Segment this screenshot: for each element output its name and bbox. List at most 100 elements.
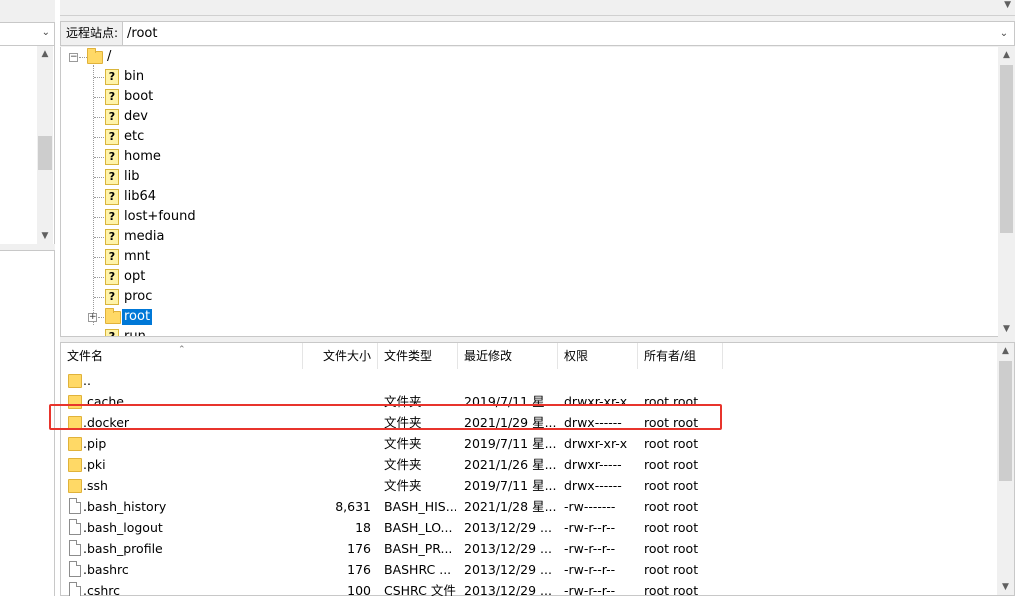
file-row[interactable]: .ssh 文件夹 2019/7/11 星... drwx------ root root — [61, 475, 998, 496]
collapse-icon[interactable]: − — [69, 53, 78, 62]
tree-item[interactable]: ? home — [61, 147, 991, 167]
tree-item[interactable]: ? etc — [61, 127, 991, 147]
tree-scrollbar[interactable]: ▲ ▼ — [998, 47, 1015, 337]
scroll-down-icon[interactable]: ▼ — [997, 579, 1014, 595]
remote-path-input[interactable]: /root — [127, 22, 157, 45]
unknown-folder-icon: ? — [105, 129, 119, 145]
file-icon — [69, 561, 81, 577]
cell-name: .pki — [83, 457, 106, 472]
unknown-folder-icon: ? — [105, 229, 119, 245]
cell-name: .. — [83, 373, 91, 388]
unknown-folder-icon: ? — [105, 69, 119, 85]
file-row[interactable]: .cache 文件夹 2019/7/11 星... drwxr-xr-x root ro… — [61, 391, 998, 412]
tree-item[interactable]: ? mnt — [61, 247, 991, 267]
file-row[interactable]: .bash_logout 18 BASH_LO... 2013/12/29 ... -r… — [61, 517, 998, 538]
cell-modified — [464, 370, 556, 391]
cell-name: .cshrc — [83, 583, 121, 596]
tree-item-label: lib64 — [124, 189, 157, 204]
tree-item-label: etc — [124, 129, 145, 144]
scroll-down-icon[interactable]: ▼ — [998, 321, 1015, 337]
remote-directory-tree[interactable]: − / ? bin ? boot ? dev ? etc ? home ? li… — [60, 47, 1015, 337]
tree-item[interactable]: ? opt — [61, 267, 991, 287]
cell-perms: -rw------- — [564, 499, 616, 514]
tree-item-label: media — [124, 229, 165, 244]
file-row[interactable]: .docker 文件夹 2021/1/29 星... drwx------ root r… — [61, 412, 998, 433]
file-row[interactable]: .pki 文件夹 2021/1/26 星... drwxr----- root root — [61, 454, 998, 475]
cell-owner: root root — [644, 520, 699, 535]
column-header-size[interactable]: 文件大小 — [303, 343, 378, 369]
cell-modified: 2019/7/11 星... — [464, 478, 556, 493]
file-row[interactable]: .cshrc 100 CSHRC 文件 2013/12/29 ... -rw-r--r-… — [61, 580, 998, 596]
cell-modified: 2013/12/29 ... — [464, 520, 552, 535]
cell-perms: -rw-r--r-- — [564, 583, 616, 596]
local-pane: ⌄ ▲ ▼ — [0, 0, 55, 596]
tree-item[interactable]: ? dev — [61, 107, 991, 127]
cell-modified: 2013/12/29 ... — [464, 562, 552, 577]
chevron-down-icon[interactable]: ⌄ — [42, 27, 50, 38]
tree-item[interactable]: ? run — [61, 327, 991, 336]
column-header-type[interactable]: 文件类型 — [378, 343, 458, 369]
cell-owner: root root — [644, 436, 699, 451]
cell-modified: 2021/1/26 星... — [464, 457, 556, 472]
cell-name: .ssh — [83, 478, 108, 493]
cell-type: 文件夹 — [384, 415, 422, 430]
cell-modified: 2013/12/29 ... — [464, 583, 552, 596]
cell-perms: drwx------ — [564, 415, 622, 430]
cell-owner: root root — [644, 394, 699, 409]
scrollbar-thumb[interactable] — [999, 361, 1012, 481]
top-scrollbar[interactable]: ▼ — [60, 0, 1015, 16]
cell-perms: -rw-r--r-- — [564, 562, 616, 577]
cell-size — [303, 475, 371, 496]
cell-size — [303, 412, 371, 433]
tree-item[interactable]: ? lost+found — [61, 207, 991, 227]
tree-item[interactable]: ? bin — [61, 67, 991, 87]
column-header-modified[interactable]: 最近修改 — [458, 343, 558, 369]
scroll-up-icon[interactable]: ▲ — [37, 46, 53, 62]
folder-icon — [68, 416, 82, 430]
local-file-list[interactable] — [0, 250, 55, 596]
file-icon — [69, 582, 81, 596]
file-row[interactable]: .bash_profile 176 BASH_PR... 2013/12/29 ...… — [61, 538, 998, 559]
cell-name: .bashrc — [83, 562, 129, 577]
scroll-down-icon[interactable]: ▼ — [37, 228, 53, 244]
column-header-name[interactable]: 文件名 ⌃ — [61, 343, 303, 369]
tree-item[interactable]: ? boot — [61, 87, 991, 107]
cell-owner: root root — [644, 499, 699, 514]
unknown-folder-icon: ? — [105, 209, 119, 225]
file-row[interactable]: .bashrc 176 BASHRC ... 2013/12/29 ... -rw-r-… — [61, 559, 998, 580]
tree-item[interactable]: ? lib — [61, 167, 991, 187]
folder-icon — [68, 437, 82, 451]
scroll-down-icon[interactable]: ▼ — [1004, 0, 1011, 10]
expand-icon[interactable]: + — [88, 313, 97, 322]
column-header-label: 文件名 — [67, 349, 104, 363]
column-header-permissions[interactable]: 权限 — [558, 343, 638, 369]
scrollbar-thumb[interactable] — [38, 136, 52, 170]
file-row[interactable]: .pip 文件夹 2019/7/11 星... drwxr-xr-x root root — [61, 433, 998, 454]
tree-item[interactable]: ? proc — [61, 287, 991, 307]
local-site-combo[interactable]: ⌄ — [0, 22, 55, 46]
cell-type: BASH_LO... — [384, 520, 453, 535]
cell-modified: 2021/1/28 星... — [464, 499, 556, 514]
scroll-up-icon[interactable]: ▲ — [997, 343, 1014, 359]
tree-item[interactable]: ? media — [61, 227, 991, 247]
cell-size: 8,631 — [335, 499, 371, 514]
remote-file-list[interactable]: 文件名 ⌃ 文件大小 文件类型 最近修改 权限 所有者/组 .. .cache 文件… — [60, 342, 1015, 596]
unknown-folder-icon: ? — [105, 329, 119, 336]
folder-icon — [68, 458, 82, 472]
column-header-owner[interactable]: 所有者/组 — [638, 343, 723, 369]
scroll-up-icon[interactable]: ▲ — [998, 47, 1015, 63]
tree-item-selected[interactable]: + root — [61, 307, 991, 327]
tree-item-root-dir[interactable]: − / — [61, 47, 991, 67]
tree-item[interactable]: ? lib64 — [61, 187, 991, 207]
local-tree-scrollbar[interactable]: ▲ ▼ — [37, 46, 53, 244]
cell-modified: 2019/7/11 星... — [464, 394, 556, 409]
chevron-down-icon[interactable]: ⌄ — [996, 22, 1012, 45]
cell-owner: root root — [644, 541, 699, 556]
file-list-scrollbar[interactable]: ▲ ▼ — [997, 343, 1014, 595]
cell-perms: drwx------ — [564, 478, 622, 493]
file-row[interactable]: .bash_history 8,631 BASH_HIS... 2021/1/28 星… — [61, 496, 998, 517]
file-row[interactable]: .. — [61, 370, 998, 391]
scrollbar-thumb[interactable] — [1000, 65, 1013, 233]
unknown-folder-icon: ? — [105, 289, 119, 305]
cell-size — [303, 391, 371, 412]
